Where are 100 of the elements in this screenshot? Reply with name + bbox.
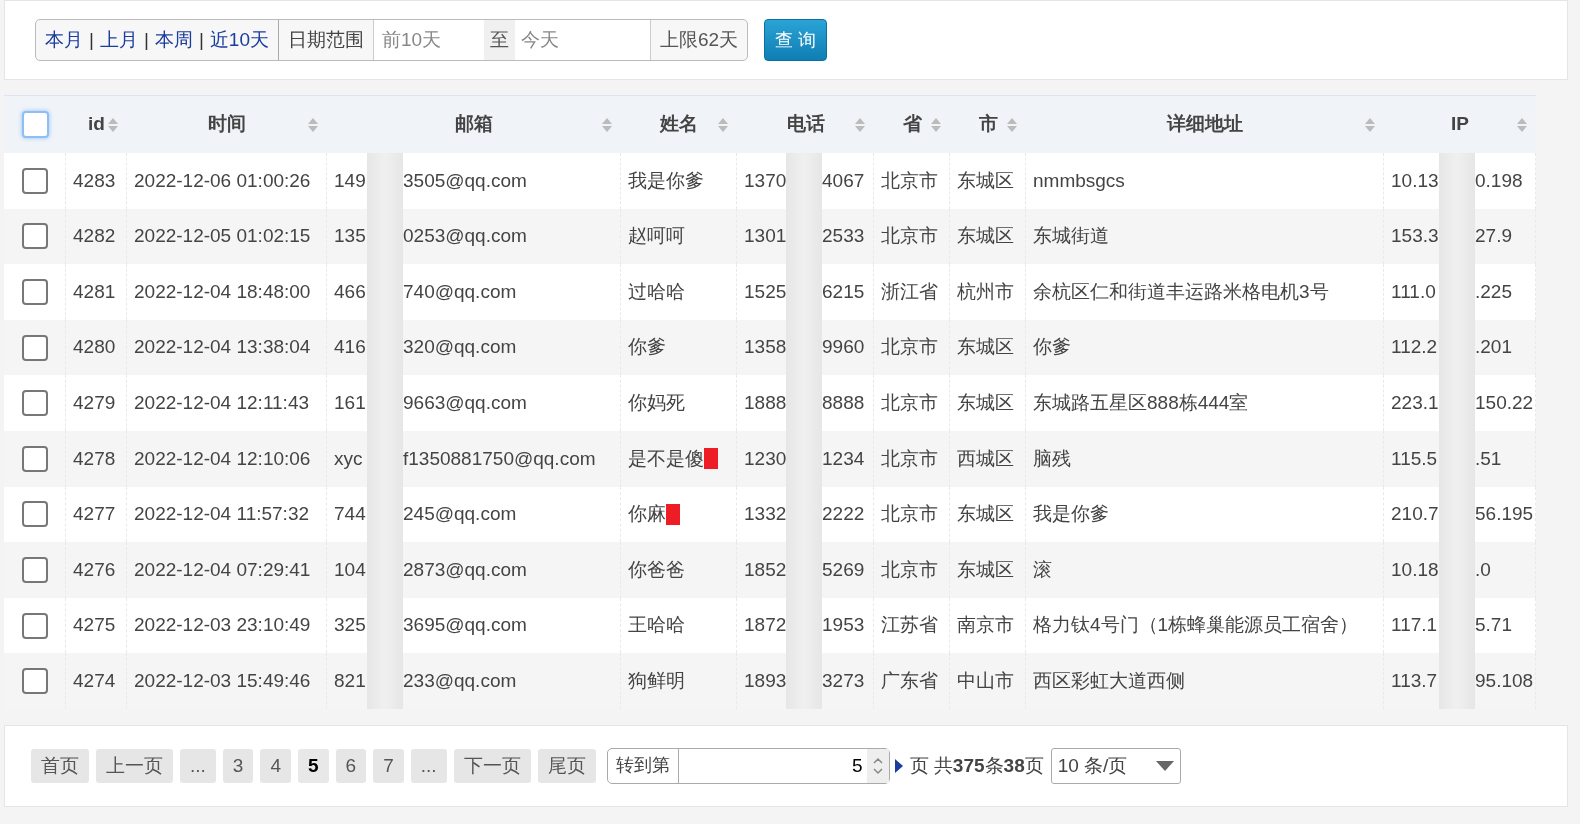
time-cell-text: 2022-12-05 01:02:15 (134, 224, 311, 249)
cell-text: 1893 (744, 668, 786, 693)
city-cell-text: 中山市 (957, 668, 1014, 693)
row-checkbox[interactable] (21, 390, 48, 417)
column-header[interactable]: 详细地址 (1167, 110, 1243, 139)
time-cell-text: 2022-12-03 15:49:46 (134, 668, 311, 693)
time-cell-text: 2022-12-03 23:10:49 (134, 613, 311, 638)
cell-text: .201 (1475, 335, 1512, 360)
cell-text: .0 (1475, 557, 1491, 582)
cell-text: 1872 (744, 613, 786, 638)
city-cell-text: 东城区 (957, 335, 1014, 360)
id-cell-text: 4276 (73, 557, 116, 582)
address-cell-text: 滚 (1033, 557, 1052, 582)
id-cell-text: 4278 (73, 446, 116, 471)
cell-text: 135 (334, 224, 367, 249)
page-summary: 页 共375条38页 (909, 753, 1044, 778)
cell-text: 320@qq.com (403, 335, 517, 360)
province-cell-text: 北京市 (881, 168, 938, 193)
row-checkbox[interactable] (21, 445, 48, 472)
name-cell-text: 你麻 (628, 502, 666, 527)
name-cell-text: 狗鲜明 (628, 668, 685, 693)
row-checkbox[interactable] (21, 612, 48, 639)
id-cell-text: 4279 (73, 390, 116, 415)
cell-text: 1230 (744, 446, 786, 471)
cell-text: 744 (334, 502, 367, 527)
cell-text: 1234 (822, 446, 865, 471)
cell-text: 9663@qq.com (403, 390, 527, 415)
cell-text: 1888 (744, 390, 786, 415)
column-header[interactable]: IP (1451, 110, 1469, 139)
cell-text: 3505@qq.com (403, 168, 527, 193)
page-button[interactable]: 下一页 (453, 748, 531, 783)
column-header[interactable]: 时间 (208, 110, 246, 139)
cell-text: 6215 (822, 279, 865, 304)
address-cell-text: 东城街道 (1033, 224, 1109, 249)
row-checkbox[interactable] (21, 556, 48, 583)
address-cell-text: nmmbsgcs (1033, 168, 1125, 193)
page-button[interactable]: 3 (222, 748, 254, 783)
page-size-select[interactable]: 10 条/页 (1050, 747, 1181, 784)
page-button[interactable]: 尾页 (537, 748, 596, 783)
address-cell-text: 西区彩虹大道西侧 (1033, 668, 1185, 693)
cell-text: 150.22 (1475, 390, 1534, 415)
time-cell-text: 2022-12-04 07:29:41 (134, 557, 311, 582)
address-cell-text: 你爹 (1033, 335, 1071, 360)
query-button[interactable]: 查 询 (764, 19, 828, 61)
time-cell-text: 2022-12-06 01:00:26 (134, 168, 311, 193)
cell-text: 56.195 (1475, 502, 1534, 527)
cell-text: 223.1 (1391, 390, 1439, 415)
time-cell-text: 2022-12-04 12:10:06 (134, 446, 311, 471)
page-button[interactable]: 首页 (31, 748, 89, 783)
cell-text: 113.7 (1391, 668, 1439, 693)
row-checkbox[interactable] (21, 279, 48, 305)
cell-text: 740@qq.com (403, 279, 517, 304)
cell-text: 149 (334, 168, 367, 193)
redaction-block (367, 153, 403, 209)
column-header[interactable]: id (88, 110, 105, 139)
page-button[interactable]: 7 (373, 748, 404, 783)
cell-text: 2873@qq.com (403, 557, 527, 582)
cell-text: 233@qq.com (403, 668, 517, 693)
redaction-block (1439, 153, 1475, 209)
cell-text: 3273 (822, 668, 865, 693)
cell-text: 1301 (744, 224, 786, 249)
cell-text: 1358 (744, 335, 786, 360)
redaction-block (786, 653, 822, 709)
page-button[interactable]: 5 (298, 748, 329, 783)
redaction-block (786, 153, 822, 209)
page-button[interactable]: ... (180, 748, 216, 783)
cell-text: 416 (334, 335, 367, 360)
cell-text: 161 (334, 390, 367, 415)
city-cell-text: 东城区 (957, 557, 1014, 582)
address-cell-text: 脑残 (1033, 446, 1071, 471)
cell-text: 1525 (744, 279, 786, 304)
address-cell-text: 余杭区仁和街道丰运路米格电机3号 (1033, 279, 1329, 304)
row-checkbox[interactable] (21, 668, 48, 695)
name-cell-text: 过哈哈 (628, 279, 685, 304)
cell-text: .51 (1475, 446, 1502, 471)
name-cell-text: 你妈死 (628, 390, 685, 415)
column-header[interactable]: 姓名 (660, 110, 698, 139)
column-header[interactable]: 邮箱 (455, 110, 493, 139)
city-cell-text: 西城区 (957, 446, 1014, 471)
column-header[interactable]: 电话 (786, 110, 825, 139)
row-checkbox[interactable] (21, 334, 48, 361)
id-cell-text: 4280 (73, 335, 116, 360)
page-button[interactable]: 上一页 (96, 748, 173, 783)
cell-text: 2533 (822, 224, 865, 249)
row-checkbox[interactable] (21, 501, 48, 528)
row-checkbox[interactable] (21, 223, 48, 250)
select-all-checkbox[interactable] (21, 111, 49, 138)
column-header[interactable]: 市 (978, 110, 998, 139)
city-cell-text: 东城区 (957, 502, 1014, 527)
row-checkbox[interactable] (21, 167, 48, 194)
id-cell-text: 4281 (73, 279, 116, 304)
column-header[interactable]: 省 (902, 110, 922, 139)
province-cell-text: 北京市 (881, 335, 938, 360)
page-button[interactable]: ... (410, 748, 447, 783)
name-cell-text: 你爸爸 (628, 557, 685, 582)
cell-text: 0253@qq.com (403, 224, 527, 249)
page-button[interactable]: 6 (335, 748, 367, 783)
page-button[interactable]: 4 (260, 748, 291, 783)
time-cell-text: 2022-12-04 12:11:43 (134, 390, 310, 415)
go-arrow-icon[interactable] (894, 758, 903, 773)
